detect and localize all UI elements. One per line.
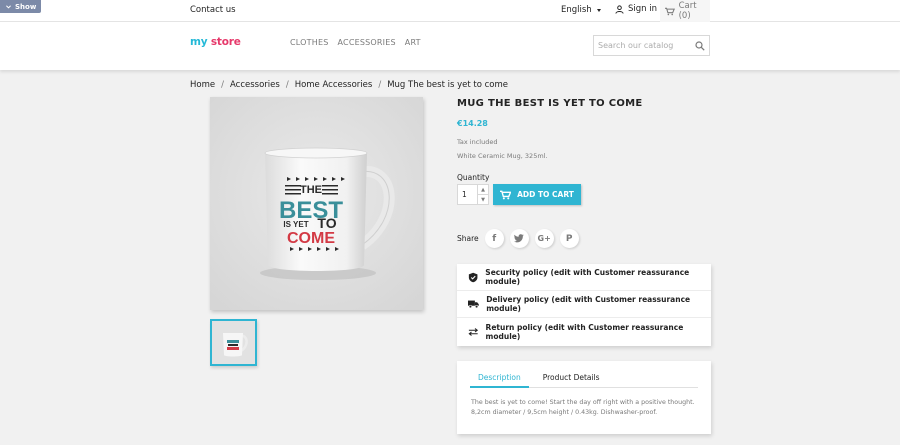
cart-icon: [500, 190, 512, 199]
nav-item-art[interactable]: ART: [405, 38, 421, 47]
breadcrumb: Home / Accessories / Home Accessories / …: [190, 80, 508, 90]
product-title: MUG THE BEST IS YET TO COME: [457, 98, 643, 109]
search-placeholder: Search our catalog: [598, 41, 674, 50]
tab-bar: Description Product Details: [470, 373, 698, 388]
reassurance-delivery: Delivery policy (edit with Customer reas…: [457, 291, 711, 318]
mug-text-the: THE: [300, 184, 322, 196]
reassurance-return: Return policy (edit with Customer reassu…: [457, 318, 711, 345]
tab-product-details[interactable]: Product Details: [543, 373, 608, 387]
google-plus-icon[interactable]: G+: [534, 229, 554, 248]
search-input[interactable]: Search our catalog: [593, 35, 710, 56]
facebook-icon[interactable]: f: [484, 229, 504, 248]
shield-icon: [468, 272, 478, 282]
quantity-decrease-icon[interactable]: ▼: [478, 195, 488, 204]
add-to-cart-button[interactable]: ADD TO CART: [493, 184, 581, 205]
main-nav: CLOTHES ACCESSORIES ART: [290, 38, 421, 47]
reassurance-security: Security policy (edit with Customer reas…: [457, 264, 711, 291]
nav-item-clothes[interactable]: CLOTHES: [290, 38, 329, 47]
quantity-spinner: ▲ ▼: [477, 185, 488, 204]
logo-text-my: my: [190, 36, 208, 48]
quantity-value: 1: [462, 190, 467, 199]
reassurance-return-label: Return policy (edit with Customer reassu…: [485, 322, 684, 341]
cart-label: Cart (0): [678, 1, 697, 21]
tax-label: Tax included: [457, 138, 498, 146]
quantity-increase-icon[interactable]: ▲: [478, 185, 488, 195]
product-tabs: Description Product Details The best is …: [457, 361, 711, 434]
swap-arrows-icon: [468, 327, 479, 336]
pinterest-icon[interactable]: P: [559, 229, 579, 248]
site-header: my store CLOTHES ACCESSORIES ART Search …: [0, 22, 900, 70]
mug-illustration: THE BEST IS YET TO COME: [210, 97, 423, 310]
breadcrumb-separator: /: [378, 80, 382, 90]
language-selector[interactable]: English: [561, 5, 601, 15]
breadcrumb-separator: /: [285, 80, 289, 90]
sign-in-label: Sign in: [628, 4, 657, 14]
user-icon: [615, 4, 624, 14]
nav-item-accessories[interactable]: ACCESSORIES: [338, 38, 396, 47]
show-toolbar-button[interactable]: Show: [0, 0, 41, 13]
logo-text-store: store: [210, 36, 241, 48]
twitter-icon[interactable]: [509, 229, 529, 248]
product-main-image[interactable]: THE BEST IS YET TO COME: [210, 97, 423, 310]
truck-icon: [468, 300, 479, 309]
language-label: English: [561, 5, 592, 15]
breadcrumb-accessories[interactable]: Accessories: [230, 80, 280, 90]
chevron-down-icon: [6, 4, 11, 9]
reassurance-security-label: Security policy (edit with Customer reas…: [485, 268, 690, 286]
breadcrumb-separator: /: [221, 80, 224, 90]
short-description: White Ceramic Mug, 325ml.: [457, 152, 548, 160]
share-section: Share f G+ P: [457, 229, 579, 248]
contact-us-link[interactable]: Contact us: [190, 5, 236, 15]
breadcrumb-current: Mug The best is yet to come: [387, 80, 509, 90]
product-description: The best is yet to come! Start the day o…: [471, 399, 695, 416]
share-label: Share: [457, 234, 479, 243]
reassurance-block: Security policy (edit with Customer reas…: [457, 264, 711, 346]
quantity-label: Quantity: [457, 173, 490, 182]
show-label: Show: [15, 2, 37, 11]
cart-button[interactable]: Cart (0): [660, 0, 710, 22]
search-icon[interactable]: [695, 40, 705, 51]
store-logo[interactable]: my store: [190, 36, 241, 48]
caret-down-icon: [596, 8, 601, 12]
top-bar: Contact us English Sign in Cart (0): [0, 0, 900, 22]
mug-text-to: TO: [317, 215, 336, 231]
product-price: €14.28: [457, 119, 488, 128]
product-thumbnail[interactable]: [210, 319, 257, 366]
breadcrumb-home[interactable]: Home: [190, 80, 215, 90]
mug-thumbnail-illustration: [212, 321, 255, 364]
add-to-cart-label: ADD TO CART: [517, 190, 574, 199]
mug-text-come: COME: [287, 230, 335, 247]
reassurance-delivery-label: Delivery policy (edit with Customer reas…: [486, 295, 691, 313]
cart-icon: [665, 7, 675, 15]
breadcrumb-home-accessories[interactable]: Home Accessories: [295, 80, 373, 90]
quantity-stepper[interactable]: 1 ▲ ▼: [457, 184, 489, 205]
tab-description[interactable]: Description: [470, 373, 529, 388]
sign-in-link[interactable]: Sign in: [615, 4, 657, 14]
mug-text-is-yet: IS YET: [283, 220, 308, 229]
